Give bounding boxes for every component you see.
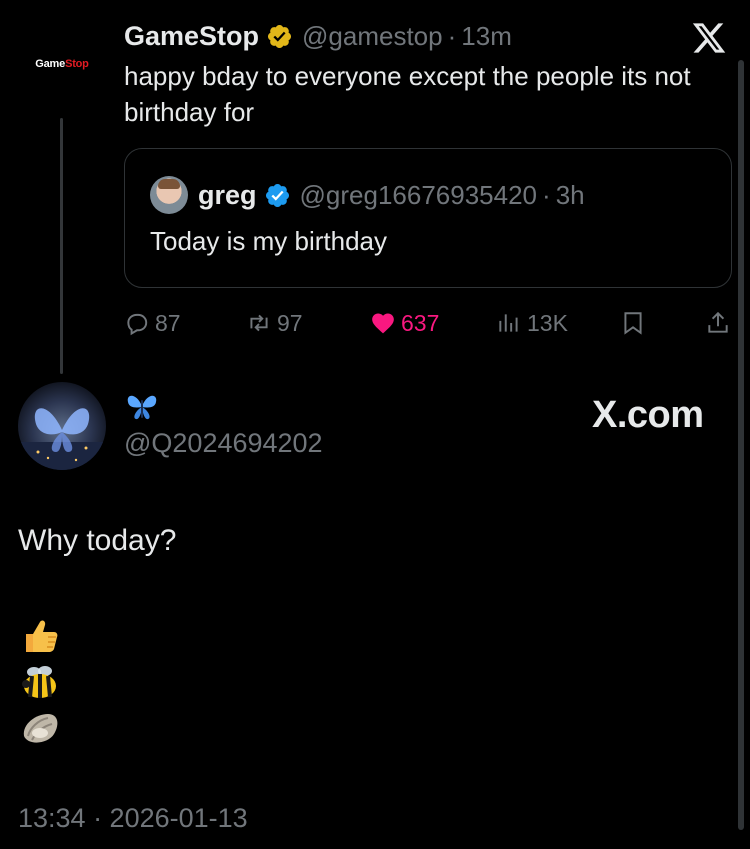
heart-icon [372,313,394,334]
tweet-text: happy bday to everyone except the people… [124,61,691,127]
reply-handle[interactable]: @Q2024694202 [124,428,323,459]
repost-count: 97 [277,309,303,336]
watermark-xcom: X.com [592,394,704,436]
views-count: 13K [527,309,568,336]
greg-avatar[interactable] [150,176,188,214]
views-icon [499,314,518,332]
share-button[interactable] [705,307,736,339]
share-icon [708,311,728,333]
reply-avatar[interactable] [18,382,106,470]
reply-text: Why today? [18,524,177,557]
thumbs-up-icon [26,620,58,652]
bookmark-button[interactable] [620,307,651,339]
reply-button[interactable]: 87 [124,307,181,339]
reply-count: 87 [155,309,181,336]
avatar-logo-part2: Stop [65,58,89,70]
quoted-tweet-card[interactable] [124,148,732,288]
quoted-separator-dot: · [542,179,551,210]
butterfly-avatar-art [18,408,106,470]
butterfly-icon[interactable] [124,388,160,424]
handle[interactable]: @gamestop [302,21,443,52]
display-name[interactable]: GameStop [124,21,259,52]
separator-dot: · [447,20,457,51]
reply-icon [127,313,148,336]
x-logo-icon [692,23,726,53]
quoted-time-ago[interactable]: 3h [556,180,585,211]
quoted-handle[interactable]: @greg16676935420 [300,180,538,211]
like-count: 637 [401,309,440,336]
thread-line [60,118,63,374]
quoted-display-name[interactable]: greg [198,180,257,211]
verified-badge-blue-icon [265,183,289,207]
avatar-logo-part1: Game [35,58,66,70]
reply-timestamp[interactable]: 13:34 · 2026-01-13 [18,803,248,834]
gamestop-avatar[interactable]: Game Stop [18,44,106,84]
oyster-icon [23,714,58,743]
quoted-tweet-header: greg @greg16676935420 · 3h [198,176,585,214]
parent-tweet-header: GameStop @gamestop · 13m [124,18,512,54]
time-ago[interactable]: 13m [461,21,512,52]
quoted-tweet-text: Today is my birthday [150,226,387,256]
repost-button[interactable]: 97 [246,307,303,339]
bookmark-icon [624,312,642,335]
verified-badge-gold-icon [268,24,292,48]
views-button[interactable]: 13K [496,307,568,339]
repost-icon [250,314,268,332]
bee-icon [22,666,56,698]
like-button[interactable]: 637 [370,307,439,339]
scrollbar[interactable] [738,60,744,830]
